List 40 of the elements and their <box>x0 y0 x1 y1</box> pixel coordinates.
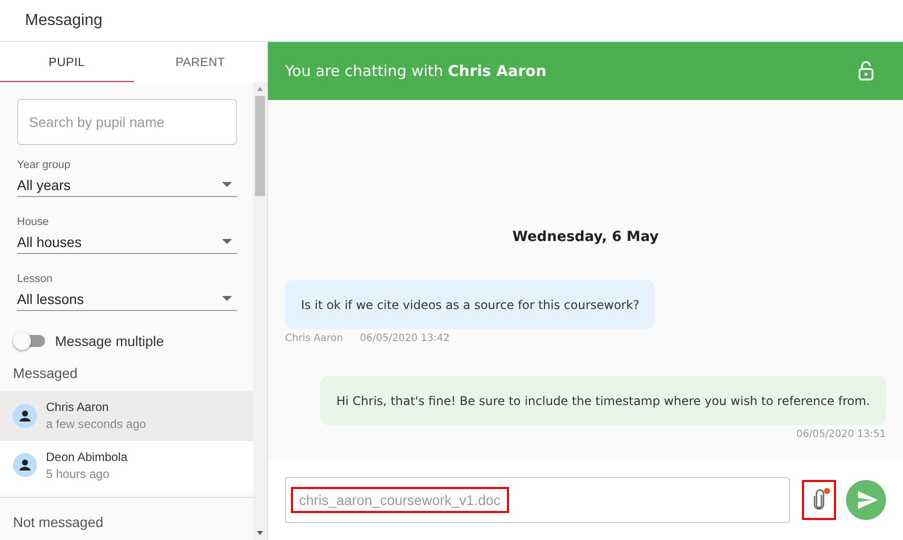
filter-label: House <box>17 216 50 228</box>
contact-item[interactable]: Deon Abimbola 5 hours ago <box>0 440 253 490</box>
send-icon <box>858 491 878 509</box>
section-heading: Messaged <box>12 364 79 383</box>
lock-icon[interactable] <box>858 61 874 81</box>
contact-time: 5 hours ago <box>46 466 110 481</box>
scroll-down-icon[interactable] <box>257 531 263 535</box>
scroll-up-icon[interactable] <box>257 87 263 91</box>
message-time: 06/05/2020 13:51 <box>796 429 886 440</box>
message-sender: Chris Aaron <box>285 333 343 344</box>
scrollbar-thumb[interactable] <box>255 96 265 196</box>
search-field[interactable]: Search by pupil name <box>17 99 237 145</box>
contact-time: a few seconds ago <box>46 417 146 432</box>
avatar-icon <box>13 404 37 428</box>
attachment-name: chris_aaron_coursework_v1.doc <box>291 487 509 513</box>
caret-icon <box>222 239 232 244</box>
scrollbar[interactable] <box>253 82 267 540</box>
avatar-icon <box>13 453 37 478</box>
message-bubble: Is it ok if we cite videos as a source for this coursework? <box>285 280 656 329</box>
attach-button[interactable] <box>802 480 836 520</box>
chat-title: You are chatting with Chris Aaron <box>285 62 546 80</box>
caret-icon <box>222 182 232 187</box>
toggle-label: Message multiple <box>55 333 164 349</box>
dropdown[interactable]: All years <box>17 173 237 197</box>
section-heading: Not messaged <box>12 512 104 532</box>
dropdown[interactable]: All houses <box>17 230 237 254</box>
contact-item[interactable]: Chris Aaron a few seconds ago <box>0 391 253 440</box>
app-title: Messaging <box>25 12 102 30</box>
message-time: 06/05/2020 13:42 <box>360 333 450 344</box>
filter-label: Lesson <box>17 273 54 285</box>
contact-name: Deon Abimbola <box>46 450 128 464</box>
dropdown[interactable]: All lessons <box>17 287 237 311</box>
send-button[interactable] <box>846 480 886 520</box>
filter-label: Year group <box>17 159 72 171</box>
caret-icon <box>222 296 232 301</box>
message-bubble: Hi Chris, that's fine! Be sure to include the timestamp where you wish to reference from. <box>320 376 886 425</box>
toggle-switch[interactable] <box>15 335 45 347</box>
paperclip-icon <box>813 489 825 511</box>
contact-name: Chris Aaron <box>46 400 110 414</box>
date-heading: Wednesday, 6 May <box>511 229 660 245</box>
